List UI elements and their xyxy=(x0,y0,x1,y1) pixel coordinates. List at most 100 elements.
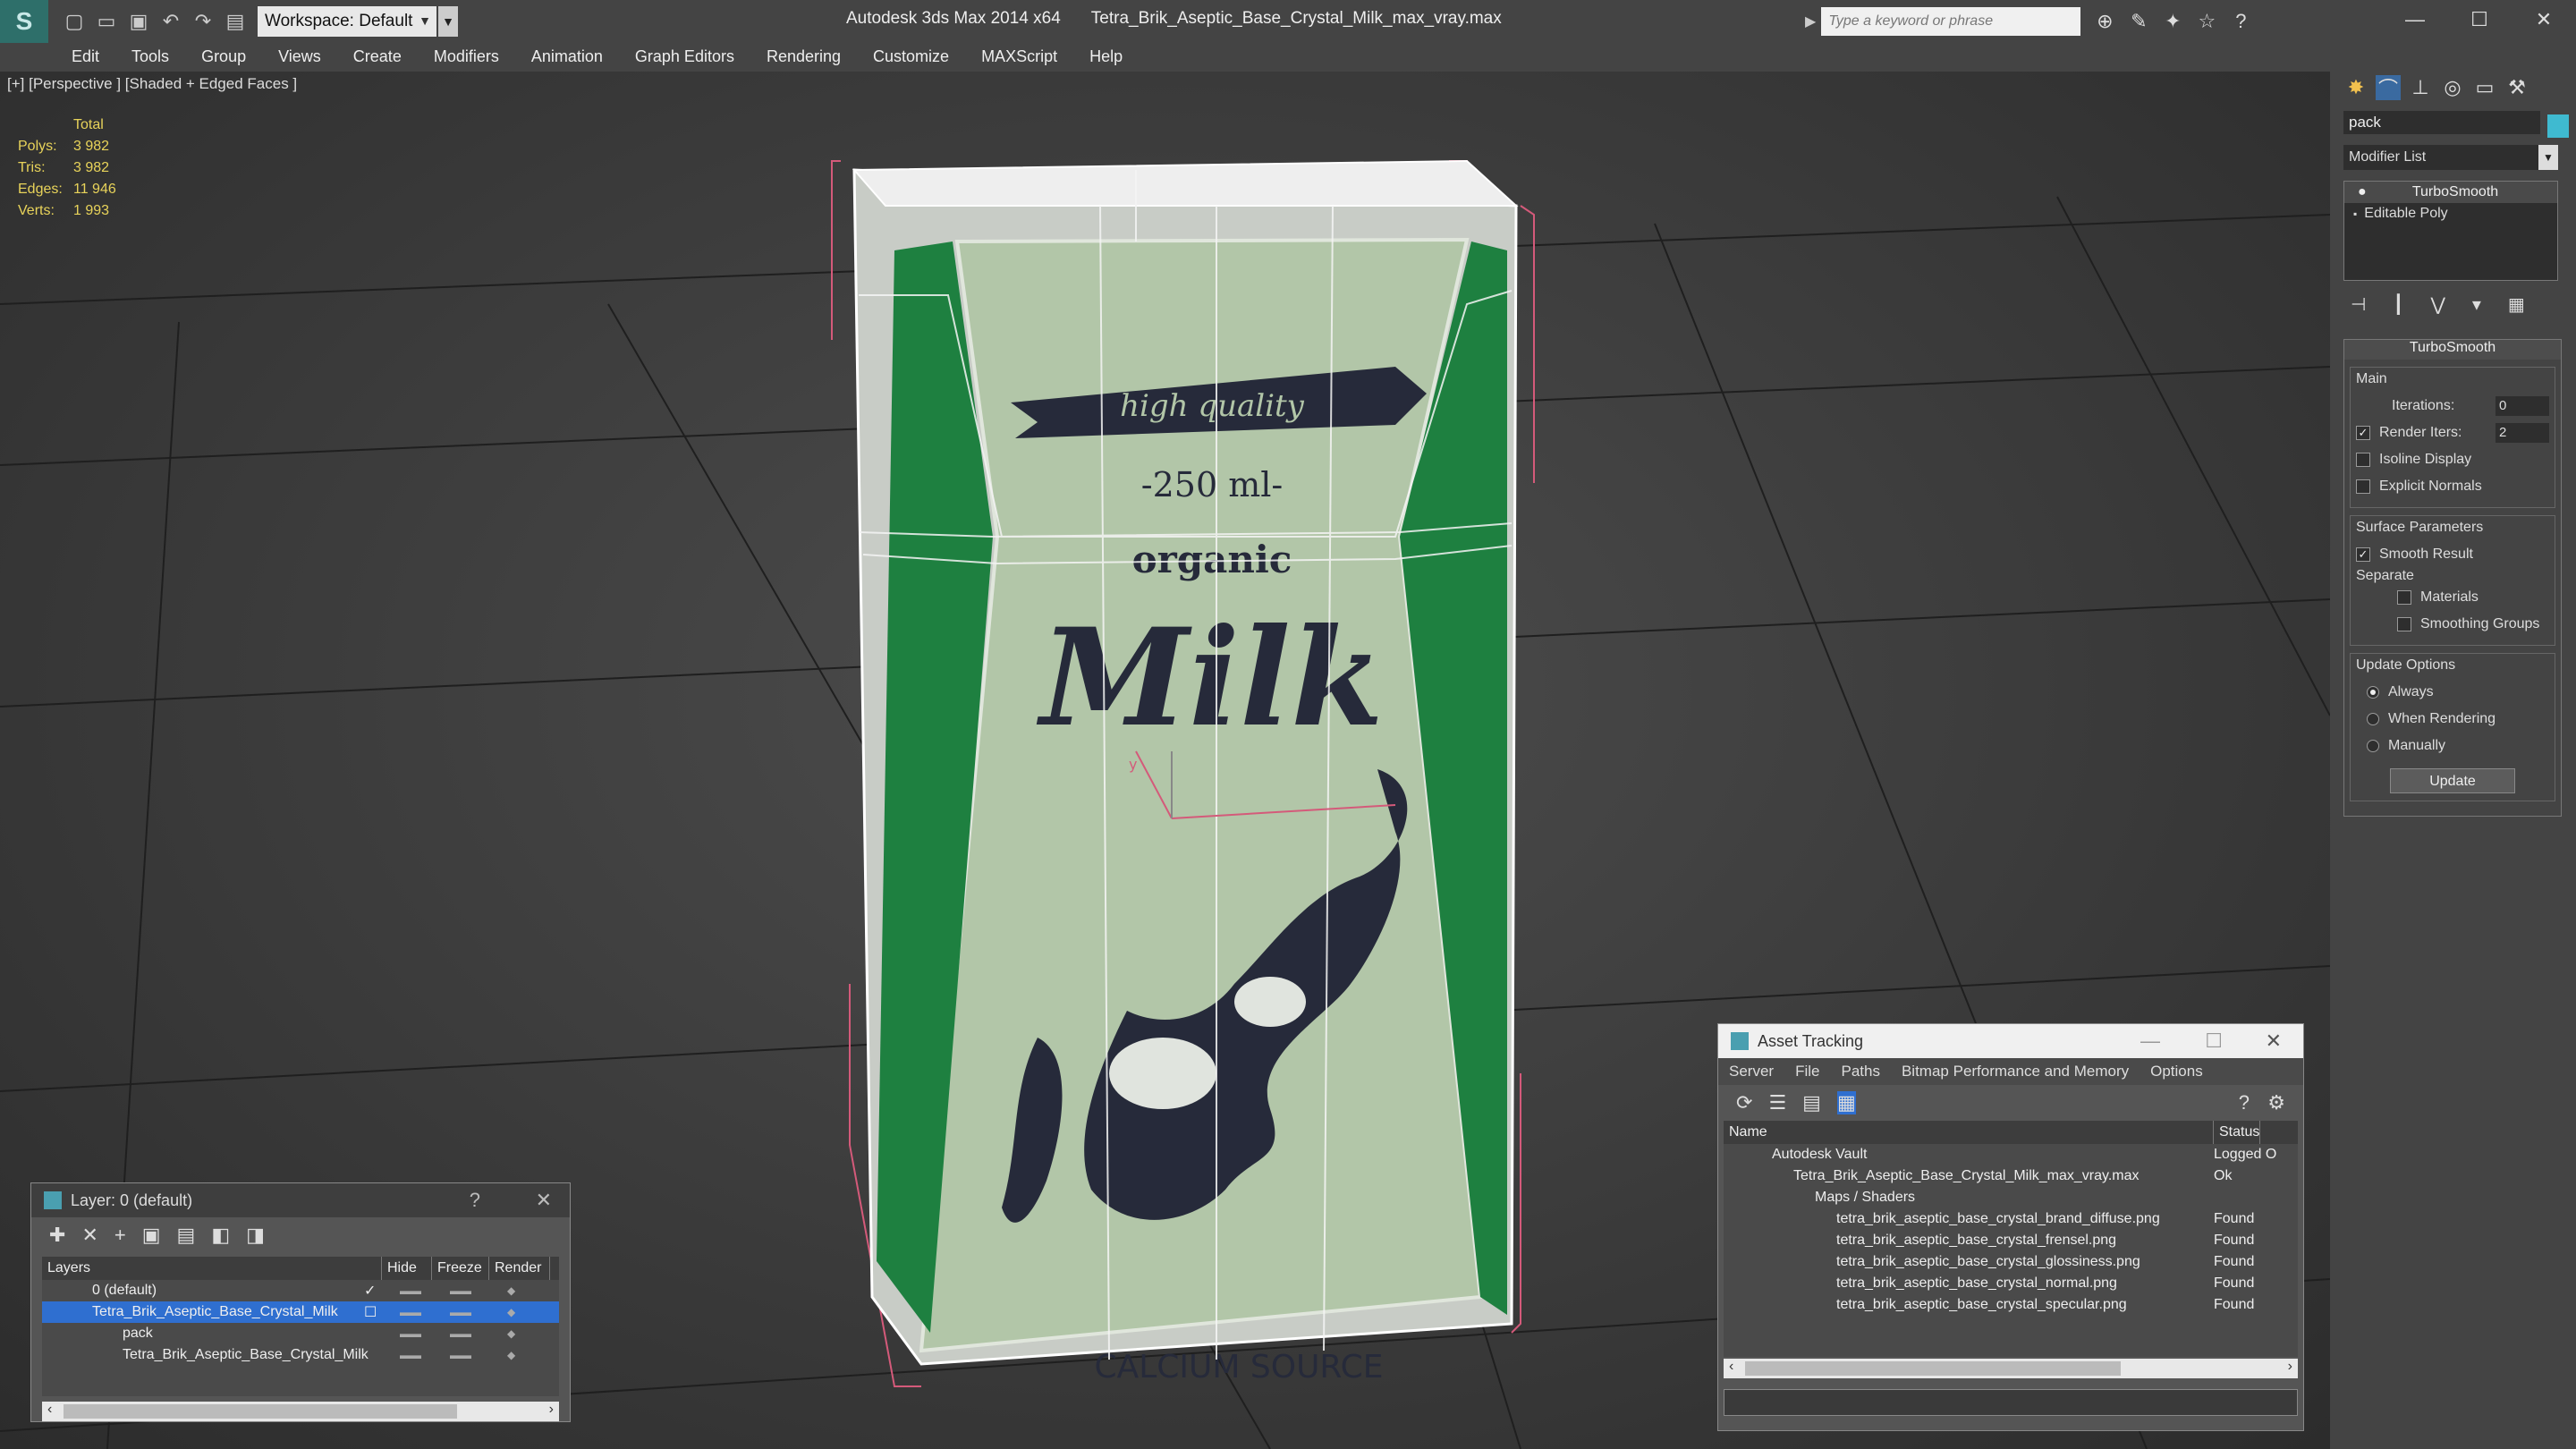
menu-create[interactable]: Create xyxy=(353,47,402,66)
scroll-right-icon[interactable]: › xyxy=(549,1402,554,1418)
scroll-right-icon[interactable]: › xyxy=(2288,1359,2292,1375)
always-radio[interactable] xyxy=(2367,686,2379,699)
tree-view-icon[interactable]: ▤ xyxy=(1802,1091,1821,1114)
asset-menu-bitmap[interactable]: Bitmap Performance and Memory xyxy=(1902,1063,2129,1080)
maximize-icon[interactable]: ☐ xyxy=(2205,1030,2223,1053)
object-color-swatch[interactable] xyxy=(2547,114,2569,138)
asset-row[interactable]: Maps / Shaders xyxy=(1724,1187,2298,1208)
communication-icon[interactable]: ✦ xyxy=(2161,10,2184,33)
layer-row[interactable]: Tetra_Brik_Aseptic_Base_Crystal_Milk ☐ ▬▬ ▬… xyxy=(42,1301,559,1323)
workspace-menu-button[interactable]: ▼ xyxy=(438,6,458,37)
add-to-layer-icon[interactable]: + xyxy=(114,1224,126,1247)
asset-row[interactable]: tetra_brik_aseptic_base_crystal_frensel.… xyxy=(1724,1230,2298,1251)
iterations-spinner[interactable]: 0 xyxy=(2496,396,2549,416)
table-view-icon[interactable]: ▦ xyxy=(1836,1091,1856,1114)
menu-rendering[interactable]: Rendering xyxy=(767,47,841,66)
render-toggle[interactable]: ◆ xyxy=(507,1327,515,1340)
pin-stack-icon[interactable]: ⊣ xyxy=(2351,293,2366,316)
search-arrow-icon[interactable]: ▶ xyxy=(1805,13,1816,30)
asset-menu-server[interactable]: Server xyxy=(1729,1063,1774,1080)
subscription-icon[interactable]: ✎ xyxy=(2127,10,2150,33)
col-status[interactable]: Status xyxy=(2214,1121,2261,1144)
asset-horizontal-scrollbar[interactable]: ‹ › xyxy=(1724,1359,2298,1378)
select-objects-icon[interactable]: ▣ xyxy=(142,1224,161,1247)
menu-views[interactable]: Views xyxy=(278,47,321,66)
render-iters-spinner[interactable]: 2 xyxy=(2496,423,2549,443)
workspace-select[interactable]: Workspace: Default ▼ xyxy=(258,6,436,37)
asset-row[interactable]: Tetra_Brik_Aseptic_Base_Crystal_Milk_max… xyxy=(1724,1165,2298,1187)
isoline-checkbox[interactable] xyxy=(2356,453,2370,467)
light-bulb-icon[interactable]: ● xyxy=(2358,184,2367,200)
asset-path-field[interactable] xyxy=(1724,1389,2298,1416)
menu-edit[interactable]: Edit xyxy=(72,47,99,66)
smoothing-groups-checkbox[interactable] xyxy=(2397,617,2411,631)
rollout-header[interactable]: TurboSmooth xyxy=(2344,340,2561,360)
menu-group[interactable]: Group xyxy=(201,47,246,66)
scrollbar-thumb[interactable] xyxy=(64,1404,457,1419)
asset-menu-paths[interactable]: Paths xyxy=(1841,1063,1879,1080)
asset-row[interactable]: tetra_brik_aseptic_base_crystal_specular… xyxy=(1724,1294,2298,1316)
close-icon[interactable]: ✕ xyxy=(2512,0,2576,39)
asset-tracking-title-bar[interactable]: Asset Tracking — ☐ ✕ xyxy=(1718,1024,2303,1058)
layer-row[interactable]: Tetra_Brik_Aseptic_Base_Crystal_Milk ▬▬ ▬▬… xyxy=(42,1344,559,1366)
delete-layer-icon[interactable]: ✕ xyxy=(81,1224,97,1247)
hide-all-icon[interactable]: ◧ xyxy=(211,1224,230,1247)
menu-maxscript[interactable]: MAXScript xyxy=(981,47,1057,66)
undo-icon[interactable]: ↶ xyxy=(157,8,184,35)
asset-row[interactable]: tetra_brik_aseptic_base_crystal_brand_di… xyxy=(1724,1208,2298,1230)
highlight-layer-icon[interactable]: ▤ xyxy=(177,1224,196,1247)
hide-toggle[interactable]: ▬▬ xyxy=(400,1327,450,1340)
explicit-normals-checkbox[interactable] xyxy=(2356,479,2370,494)
project-folder-icon[interactable]: ▤ xyxy=(222,8,249,35)
col-layers[interactable]: Layers xyxy=(42,1257,382,1280)
render-toggle[interactable]: ◆ xyxy=(507,1306,515,1318)
asset-menu-options[interactable]: Options xyxy=(2150,1063,2203,1080)
list-view-icon[interactable]: ☰ xyxy=(1768,1091,1786,1114)
col-render[interactable]: Render xyxy=(489,1257,550,1280)
asset-row[interactable]: Autodesk Vault Logged O xyxy=(1724,1144,2298,1165)
search-input[interactable]: Type a keyword or phrase xyxy=(1821,7,2081,36)
render-iters-checkbox[interactable]: ✓ xyxy=(2356,426,2370,440)
menu-tools[interactable]: Tools xyxy=(131,47,169,66)
configure-sets-icon[interactable]: ▦ xyxy=(2508,293,2525,316)
menu-animation[interactable]: Animation xyxy=(531,47,603,66)
display-tab-icon[interactable]: ▭ xyxy=(2472,75,2497,100)
create-layer-icon[interactable]: ✚ xyxy=(49,1224,65,1247)
new-file-icon[interactable]: ▢ xyxy=(61,8,88,35)
layer-horizontal-scrollbar[interactable]: ‹ › xyxy=(42,1402,559,1421)
hide-toggle[interactable]: ▬▬ xyxy=(400,1306,450,1318)
redo-icon[interactable]: ↷ xyxy=(190,8,216,35)
close-icon[interactable]: ✕ xyxy=(2266,1030,2282,1053)
binoculars-icon[interactable]: ⊕ xyxy=(2093,10,2116,33)
app-logo[interactable]: S xyxy=(0,0,48,43)
help-icon[interactable]: ? xyxy=(470,1189,480,1212)
remove-modifier-icon[interactable]: ▾ xyxy=(2472,293,2481,316)
render-toggle[interactable]: ◆ xyxy=(507,1284,515,1297)
manually-radio[interactable] xyxy=(2367,740,2379,752)
render-toggle[interactable]: ◆ xyxy=(507,1349,515,1361)
utilities-tab-icon[interactable]: ⚒ xyxy=(2504,75,2529,100)
favorites-star-icon[interactable]: ☆ xyxy=(2195,10,2218,33)
hide-toggle[interactable]: ▬▬ xyxy=(400,1349,450,1361)
col-freeze[interactable]: Freeze xyxy=(432,1257,489,1280)
freeze-toggle[interactable]: ▬▬ xyxy=(450,1349,507,1361)
close-icon[interactable]: ✕ xyxy=(536,1189,552,1212)
stack-item-editable-poly[interactable]: ▪ Editable Poly xyxy=(2344,203,2557,225)
modify-tab-icon[interactable]: ⌒ xyxy=(2376,75,2401,100)
layer-row[interactable]: pack ▬▬ ▬▬ ◆ xyxy=(42,1323,559,1344)
menu-help[interactable]: Help xyxy=(1089,47,1123,66)
expand-icon[interactable]: ▪ xyxy=(2353,208,2357,220)
materials-checkbox[interactable] xyxy=(2397,590,2411,605)
create-tab-icon[interactable]: ✸ xyxy=(2343,75,2368,100)
menu-modifiers[interactable]: Modifiers xyxy=(434,47,499,66)
asset-menu-file[interactable]: File xyxy=(1795,1063,1819,1080)
freeze-all-icon[interactable]: ◨ xyxy=(246,1224,265,1247)
layer-panel-title-bar[interactable]: Layer: 0 (default) ? ✕ xyxy=(31,1183,570,1217)
col-hide[interactable]: Hide xyxy=(382,1257,432,1280)
minimize-icon[interactable]: — xyxy=(2383,0,2447,39)
maximize-icon[interactable]: ☐ xyxy=(2447,0,2512,39)
hide-toggle[interactable]: ▬▬ xyxy=(400,1284,450,1297)
open-file-icon[interactable]: ▭ xyxy=(93,8,120,35)
when-rendering-radio[interactable] xyxy=(2367,713,2379,725)
asset-row[interactable]: tetra_brik_aseptic_base_crystal_normal.p… xyxy=(1724,1273,2298,1294)
